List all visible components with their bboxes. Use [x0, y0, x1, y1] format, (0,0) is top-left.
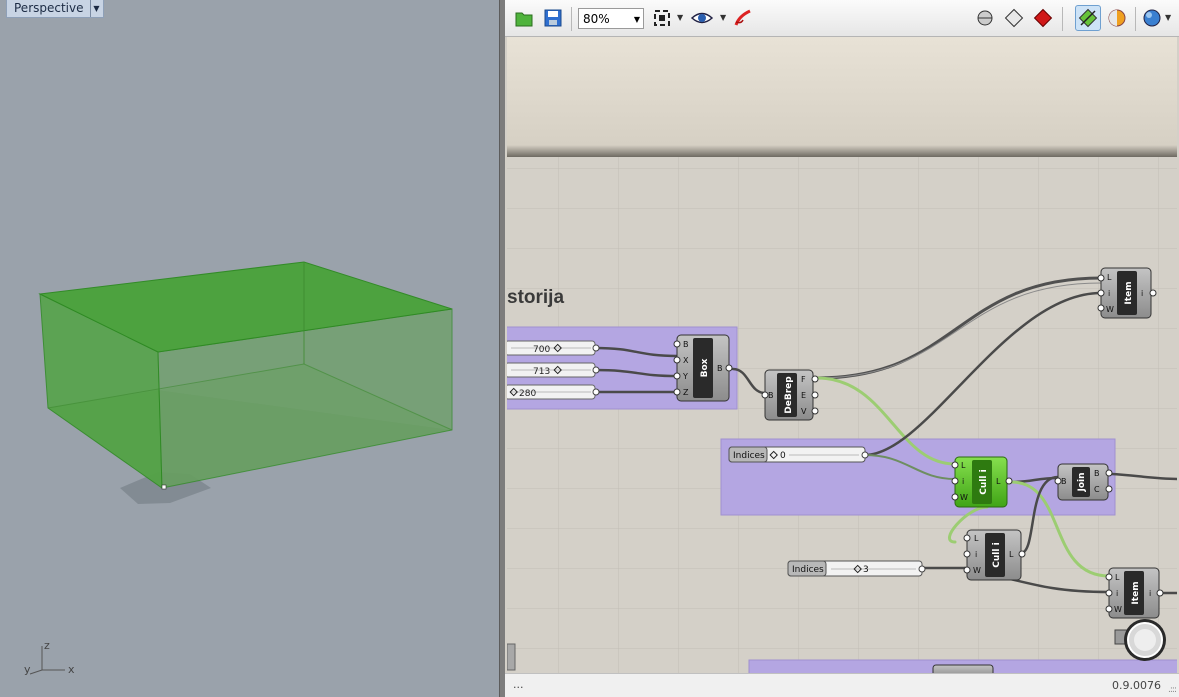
toolbar-separator — [1062, 7, 1063, 31]
input-label: W — [1114, 605, 1122, 614]
component-join-name: Join — [1077, 472, 1087, 492]
indices-slider-0[interactable]: Indices 0 — [728, 446, 869, 463]
component-item-name: Item — [1124, 281, 1134, 304]
slider-value: 280 — [519, 389, 536, 399]
input-label: i — [1108, 289, 1110, 298]
input-label: i — [962, 477, 964, 486]
input-label: W — [1106, 305, 1114, 314]
output-label: L — [1009, 550, 1014, 559]
input-label: Y — [682, 372, 688, 381]
preview-eye-icon[interactable] — [691, 7, 713, 29]
indices-value: 0 — [780, 451, 786, 461]
perspective-viewport[interactable]: Perspective ▼ z y x — [0, 0, 499, 697]
input-label: W — [960, 493, 968, 502]
component-item-name: Item — [1131, 581, 1141, 604]
sphere-icon[interactable] — [1141, 7, 1163, 29]
component-cull-name: Cull i — [979, 469, 989, 494]
output-label: B — [1094, 469, 1100, 478]
material-icon[interactable] — [1106, 7, 1128, 29]
output-label: V — [801, 407, 807, 416]
group-label: storija — [507, 287, 564, 308]
component-item-bottom[interactable]: Item L i W i — [1105, 567, 1164, 619]
output-label: i — [1141, 289, 1143, 298]
input-label: W — [973, 566, 981, 575]
slider-value: 700 — [533, 345, 550, 355]
indices-slider-3[interactable]: Indices 3 — [787, 560, 926, 577]
input-label: B — [768, 391, 774, 400]
component-cull-index[interactable]: Cull i L i W L — [963, 529, 1026, 581]
toolbar-separator — [1135, 7, 1136, 31]
component-box[interactable]: Box B X Y Z B — [673, 334, 733, 402]
input-label: Z — [683, 388, 689, 397]
output-label: i — [1149, 589, 1151, 598]
preview-selected-icon[interactable] — [1032, 7, 1054, 29]
indices-value: 3 — [863, 565, 869, 575]
status-left-text: ... — [513, 678, 524, 691]
origin-point — [161, 484, 167, 490]
input-label: L — [961, 461, 966, 470]
grasshopper-editor: 80% ▼ ▼ ▼ ▼ storija 700 713 280 Box B X … — [505, 0, 1179, 697]
box-geometry[interactable] — [0, 0, 499, 697]
input-label: B — [683, 340, 689, 349]
axis-widget: z y x — [24, 639, 75, 676]
component-cull-name: Cull i — [992, 542, 1002, 567]
output-label: C — [1094, 485, 1100, 494]
scroll-stub — [507, 643, 516, 671]
component-debrep[interactable]: DeBrep B F E V — [761, 369, 819, 421]
component-item-top[interactable]: Item L i W i — [1097, 267, 1157, 319]
toolbar-separator — [571, 7, 572, 31]
sketch-icon[interactable] — [732, 7, 754, 29]
input-label: X — [683, 356, 689, 365]
input-label: L — [1115, 573, 1120, 582]
zoom-extents-icon[interactable] — [651, 7, 673, 29]
component-cull-index-selected[interactable]: Cull i L i W L — [951, 456, 1013, 508]
component-debrep-name: DeBrep — [784, 376, 794, 414]
component-join[interactable]: Join B B C — [1054, 463, 1113, 501]
axis-x-label: x — [68, 663, 75, 676]
number-slider-z[interactable]: 280 — [507, 384, 600, 400]
output-label: L — [996, 477, 1001, 486]
canvas-top-shading — [507, 37, 1177, 157]
component-partial — [932, 664, 994, 673]
output-label: F — [801, 375, 806, 384]
component-box-name: Box — [700, 358, 710, 377]
status-bar: ... 0.9.0076 .::: — [505, 673, 1179, 697]
input-label: i — [1116, 589, 1118, 598]
axis-y-label: y — [24, 663, 31, 676]
input-label: L — [1107, 273, 1112, 282]
input-label: i — [975, 550, 977, 559]
input-label: L — [974, 534, 979, 543]
sphere-dropdown-icon[interactable]: ▼ — [1165, 13, 1171, 22]
zoom-value: 80% — [583, 12, 610, 26]
document-preview-icon[interactable] — [1075, 5, 1101, 31]
version-label: 0.9.0076 — [1112, 679, 1161, 692]
preview-dropdown-icon[interactable]: ▼ — [720, 13, 726, 22]
open-file-icon[interactable] — [513, 7, 535, 29]
output-label: B — [717, 364, 723, 373]
save-icon[interactable] — [542, 7, 564, 29]
grasshopper-canvas[interactable]: storija 700 713 280 Box B X Y Z B DeBrep… — [507, 37, 1177, 673]
number-slider-y[interactable]: 713 — [507, 362, 600, 378]
zoom-extents-dropdown-icon[interactable]: ▼ — [677, 13, 683, 22]
indices-label: Indices — [733, 451, 765, 461]
slider-value: 713 — [533, 367, 550, 377]
axis-z-label: z — [44, 639, 50, 652]
number-slider-x[interactable]: 700 — [507, 340, 600, 356]
input-label: B — [1061, 477, 1067, 486]
preview-shaded-icon[interactable] — [1003, 7, 1025, 29]
canvas-toolbar: 80% ▼ ▼ ▼ ▼ — [505, 0, 1179, 37]
zoom-combo[interactable]: 80% ▼ — [578, 8, 644, 29]
preview-wireframe-icon[interactable] — [974, 7, 996, 29]
zoom-dropdown-icon[interactable]: ▼ — [634, 9, 640, 30]
indices-label: Indices — [792, 565, 824, 575]
resize-grip-icon[interactable]: .::: — [1168, 685, 1177, 695]
output-label: E — [801, 391, 806, 400]
